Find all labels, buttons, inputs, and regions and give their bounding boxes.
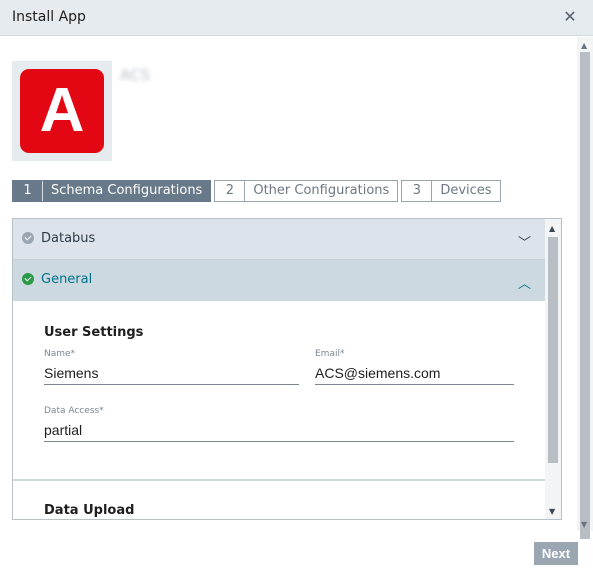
- chevron-down-icon[interactable]: ﹀: [518, 232, 531, 251]
- step-label: Devices: [440, 183, 492, 198]
- panel-scrollbar[interactable]: ▲ ▼: [545, 219, 561, 519]
- email-input[interactable]: [315, 363, 514, 385]
- panel-scrollbar-thumb[interactable]: [548, 237, 558, 463]
- accordion-databus-label: Databus: [41, 231, 96, 246]
- check-circle-icon: [22, 232, 34, 244]
- check-circle-icon: [22, 273, 34, 285]
- step-label: Other Configurations: [253, 183, 390, 198]
- accordion-general-body: User Settings Name* Email* Data Access*: [13, 301, 545, 481]
- dialog-title: Install App: [12, 9, 86, 25]
- data-access-field: Data Access*: [44, 406, 514, 446]
- step-number: 1: [13, 181, 43, 201]
- email-field: Email*: [315, 349, 514, 389]
- scroll-up-arrow-icon[interactable]: ▲: [581, 41, 587, 50]
- name-field-label: Name*: [44, 349, 76, 359]
- step-label: Schema Configurations: [51, 183, 203, 198]
- accordion-databus[interactable]: Databus ﹀: [13, 219, 545, 260]
- name-input[interactable]: [44, 363, 299, 385]
- scroll-up-arrow-icon[interactable]: ▲: [549, 224, 555, 233]
- step-tab-schema-configurations[interactable]: 1 Schema Configurations: [12, 180, 212, 202]
- scroll-down-arrow-icon[interactable]: ▼: [549, 507, 555, 516]
- app-logo: A: [12, 61, 112, 161]
- scroll-down-arrow-icon[interactable]: ▼: [581, 520, 587, 529]
- accordion-general[interactable]: General ︿: [13, 260, 545, 301]
- chevron-up-icon[interactable]: ︿: [518, 273, 531, 292]
- dialog-scrollbar-thumb[interactable]: [580, 52, 590, 539]
- accordion-general-label: General: [41, 272, 93, 287]
- user-settings-title: User Settings: [44, 325, 144, 340]
- app-logo-letter: A: [39, 76, 85, 145]
- name-field: Name*: [44, 349, 299, 389]
- dialog-titlebar: Install App ✕: [0, 0, 593, 36]
- close-icon[interactable]: ✕: [563, 8, 577, 26]
- dialog-scrollbar[interactable]: ▲ ▼: [577, 37, 593, 539]
- step-tab-devices[interactable]: 3 Devices: [401, 180, 501, 202]
- email-field-label: Email*: [315, 349, 345, 359]
- step-number: 3: [402, 181, 433, 201]
- next-button[interactable]: Next: [534, 542, 578, 565]
- data-access-input[interactable]: [44, 420, 514, 442]
- data-access-field-label: Data Access*: [44, 406, 104, 416]
- step-number: 2: [215, 181, 246, 201]
- step-tab-other-configurations[interactable]: 2 Other Configurations: [214, 180, 399, 202]
- data-upload-title: Data Upload: [44, 503, 135, 518]
- app-logo-tile: A: [20, 69, 104, 153]
- configuration-panel: Databus ﹀ General ︿ User Settings Name* …: [12, 218, 562, 520]
- app-name: ACS: [120, 66, 150, 84]
- step-tabs: 1 Schema Configurations 2 Other Configur…: [12, 180, 501, 202]
